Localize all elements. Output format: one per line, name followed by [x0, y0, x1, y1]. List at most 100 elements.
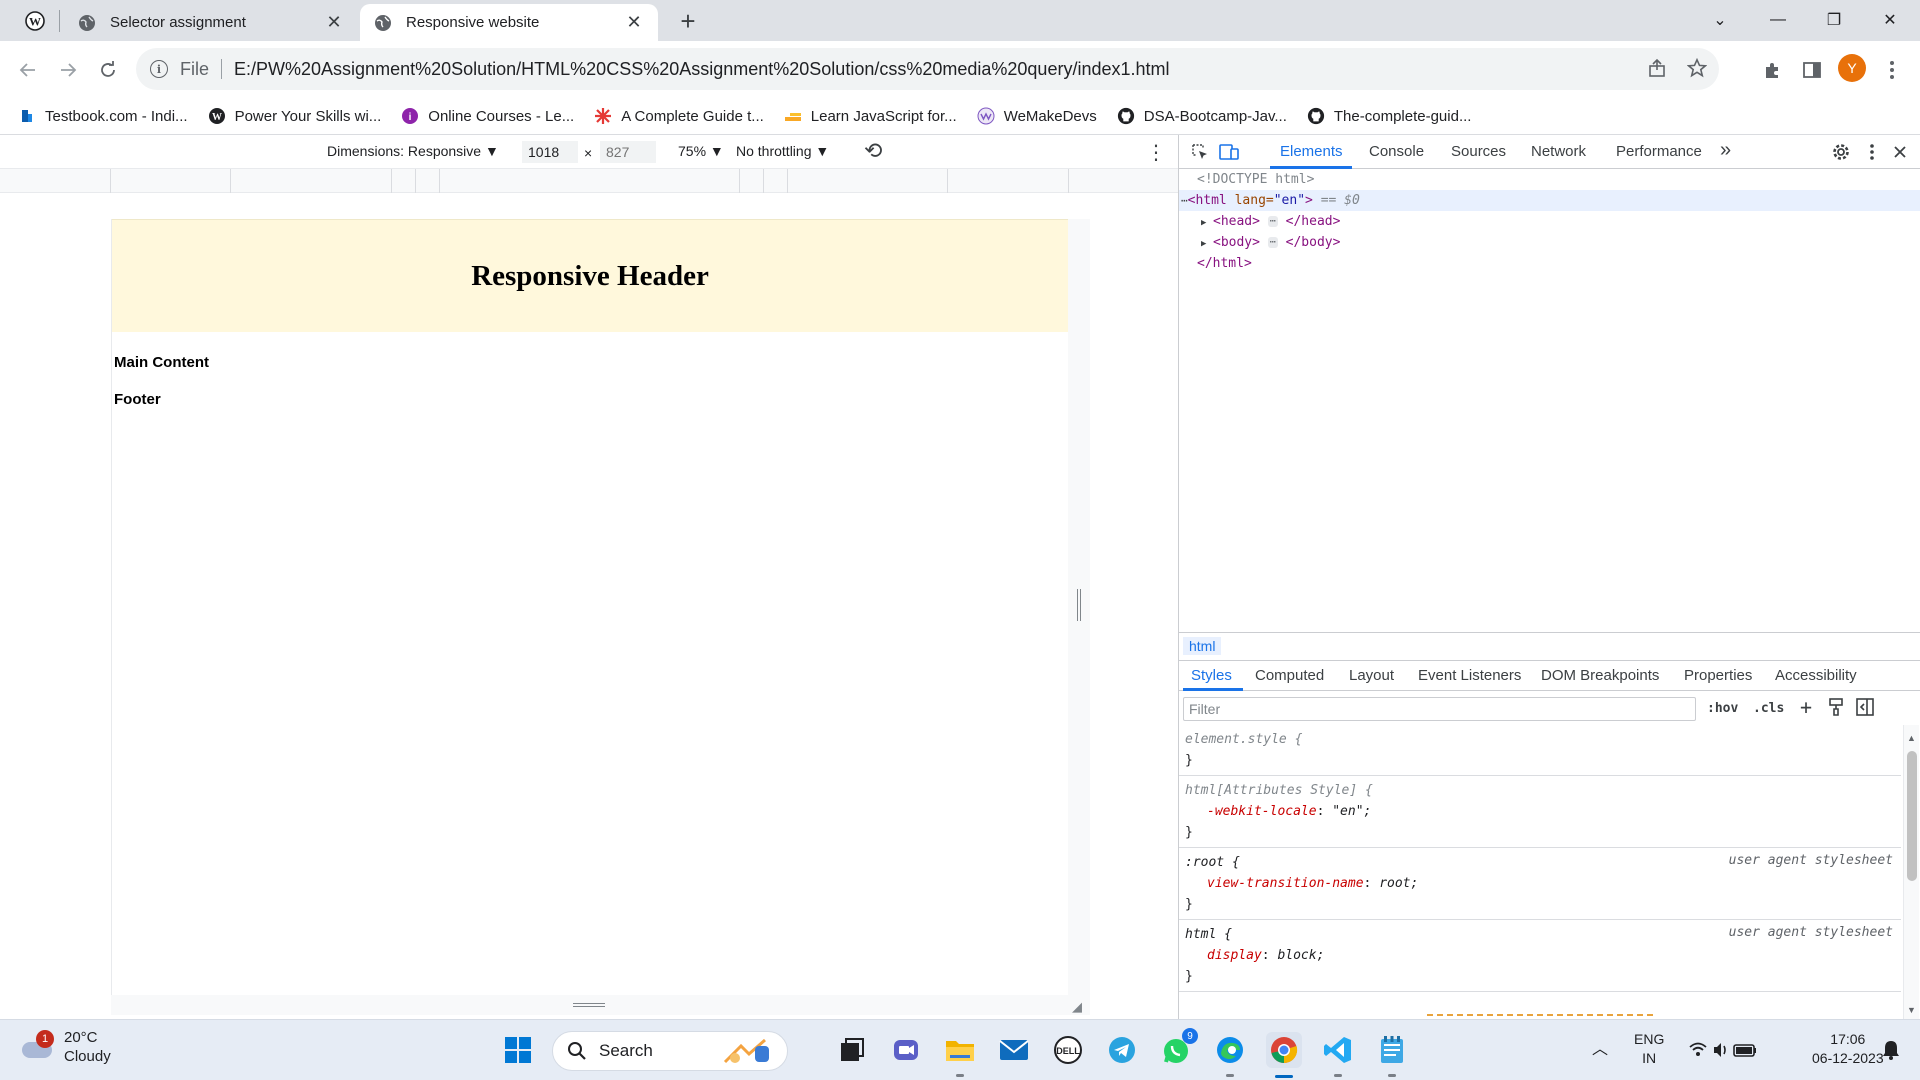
resize-handle-bottom[interactable] [111, 995, 1090, 1015]
tab-responsive-website[interactable]: Responsive website ✕ [360, 4, 658, 41]
new-tab-button[interactable]: + [672, 6, 704, 36]
language-indicator[interactable]: ENG IN [1634, 1030, 1664, 1068]
dimensions-select[interactable]: Dimensions: Responsive ▼ [327, 143, 499, 159]
rule-attributes-style[interactable]: html[Attributes Style] { -webkit-locale:… [1179, 776, 1901, 848]
devtools-close-icon[interactable] [1889, 141, 1911, 163]
dom-html-node[interactable]: ⋯<html lang="en"> == $0 [1179, 190, 1920, 211]
height-input[interactable] [600, 141, 656, 163]
notifications-bell-icon[interactable] [1882, 1040, 1900, 1065]
tray-overflow-chevron-icon[interactable]: ︿ [1592, 1040, 1608, 1059]
rotate-icon[interactable]: ⟲ [864, 138, 882, 164]
hover-state-toggle[interactable]: :hov [1707, 701, 1738, 716]
subtab-layout[interactable]: Layout [1349, 667, 1394, 684]
file-explorer-icon[interactable] [942, 1032, 978, 1068]
bookmark-power-skills[interactable]: W Power Your Skills wi... [208, 107, 381, 125]
tab-search-icon[interactable]: ⌄ [1692, 0, 1748, 40]
restore-button[interactable]: ❐ [1806, 0, 1862, 40]
subtab-properties[interactable]: Properties [1684, 667, 1752, 684]
profile-avatar[interactable]: Y [1838, 54, 1866, 82]
breadcrumb-html[interactable]: html [1183, 637, 1222, 655]
pinned-tab[interactable]: W [12, 6, 58, 36]
minimize-button[interactable]: — [1750, 0, 1806, 40]
device-toggle-icon[interactable] [1218, 141, 1240, 163]
vscode-icon[interactable] [1320, 1032, 1356, 1068]
window-close-button[interactable]: ✕ [1862, 0, 1918, 40]
bookmark-complete-guid[interactable]: The-complete-guid... [1307, 107, 1471, 125]
collapsed-ellipsis[interactable]: ⋯ [1267, 216, 1278, 227]
expand-triangle-icon[interactable]: ▶ [1201, 234, 1213, 255]
scrollbar-thumb[interactable] [1907, 751, 1917, 881]
css-value[interactable]: root; [1379, 876, 1418, 891]
rule-html[interactable]: html { user agent stylesheet display: bl… [1179, 920, 1901, 992]
tab-elements[interactable]: Elements [1280, 143, 1343, 160]
bookmark-online-courses[interactable]: i Online Courses - Le... [401, 107, 574, 125]
bookmark-dsa-bootcamp[interactable]: DSA-Bootcamp-Jav... [1117, 107, 1287, 125]
styles-scrollbar[interactable]: ▲ ▼ [1903, 725, 1919, 1019]
windows-start-icon[interactable] [500, 1032, 536, 1068]
back-button[interactable] [12, 54, 44, 86]
resize-corner-icon[interactable]: ◢ [1072, 999, 1082, 1015]
subtab-dom-breakpoints[interactable]: DOM Breakpoints [1541, 667, 1659, 684]
width-input[interactable] [522, 141, 578, 163]
tab-sources[interactable]: Sources [1451, 143, 1506, 160]
chrome-icon[interactable] [1266, 1032, 1302, 1068]
devtools-menu-icon[interactable] [1861, 141, 1883, 163]
system-tray-group[interactable] [1688, 1040, 1758, 1065]
styles-filter-input[interactable] [1183, 697, 1696, 721]
scroll-up-icon[interactable]: ▲ [1907, 733, 1916, 743]
chrome-menu-button[interactable] [1876, 54, 1908, 86]
dom-doctype[interactable]: <!DOCTYPE html> [1179, 169, 1920, 190]
css-property[interactable]: -webkit-locale [1185, 804, 1317, 819]
rule-root[interactable]: :root { user agent stylesheet view-trans… [1179, 848, 1901, 920]
more-tabs-icon[interactable]: » [1720, 139, 1731, 162]
mail-icon[interactable] [996, 1032, 1032, 1068]
css-value[interactable]: "en"; [1332, 804, 1371, 819]
reload-button[interactable] [92, 54, 124, 86]
weather-widget[interactable]: 1 20°C Cloudy [20, 1028, 111, 1066]
dom-head-node[interactable]: ▶ <head> ⋯ </head> [1179, 211, 1920, 232]
css-property[interactable]: view-transition-name [1185, 876, 1364, 891]
task-view-icon[interactable] [834, 1032, 870, 1068]
tab-selector-assignment[interactable]: Selector assignment ✕ [64, 4, 358, 41]
settings-gear-icon[interactable] [1830, 141, 1852, 163]
clock[interactable]: 17:06 06-12-2023 [1812, 1030, 1884, 1068]
bookmark-wemakedevs[interactable]: WeMakeDevs [977, 107, 1097, 125]
inspect-element-icon[interactable] [1189, 141, 1211, 163]
collapsed-ellipsis[interactable]: ⋯ [1267, 237, 1278, 248]
close-icon[interactable]: ✕ [324, 12, 344, 33]
extensions-button[interactable] [1756, 54, 1788, 86]
subtab-event-listeners[interactable]: Event Listeners [1418, 667, 1521, 684]
expand-triangle-icon[interactable]: ▶ [1201, 213, 1213, 234]
tab-performance[interactable]: Performance [1616, 143, 1702, 160]
url-text[interactable]: E:/PW%20Assignment%20Solution/HTML%20CSS… [234, 59, 1169, 80]
new-rule-plus-icon[interactable]: + [1800, 695, 1812, 719]
resize-handle-right[interactable] [1068, 219, 1090, 995]
close-icon[interactable]: ✕ [624, 12, 644, 33]
tab-console[interactable]: Console [1369, 143, 1424, 160]
class-toggle[interactable]: .cls [1753, 701, 1784, 716]
css-property[interactable]: display [1185, 948, 1262, 963]
edge-icon[interactable] [1212, 1032, 1248, 1068]
side-panel-button[interactable] [1796, 54, 1828, 86]
address-bar[interactable]: i File E:/PW%20Assignment%20Solution/HTM… [136, 48, 1719, 90]
media-query-ruler[interactable] [0, 169, 1178, 193]
dom-html-close[interactable]: </html> [1179, 253, 1920, 274]
zoom-select[interactable]: 75% ▼ [678, 143, 724, 159]
throttling-select[interactable]: No throttling ▼ [736, 143, 829, 159]
telegram-icon[interactable] [1104, 1032, 1140, 1068]
dom-body-node[interactable]: ▶ <body> ⋯ </body> [1179, 232, 1920, 253]
share-icon[interactable] [1647, 58, 1667, 78]
notepad-icon[interactable] [1374, 1032, 1410, 1068]
star-icon[interactable] [1687, 58, 1707, 78]
bookmark-complete-guide[interactable]: A Complete Guide t... [594, 107, 764, 125]
rule-element-style[interactable]: element.style { } [1179, 725, 1901, 776]
subtab-accessibility[interactable]: Accessibility [1775, 667, 1857, 684]
bookmark-learn-javascript[interactable]: Learn JavaScript for... [784, 107, 957, 125]
info-icon[interactable]: i [150, 60, 168, 78]
paint-brush-icon[interactable] [1828, 698, 1844, 720]
device-toolbar-more-icon[interactable]: ⋮ [1146, 140, 1166, 165]
teams-meet-icon[interactable] [888, 1032, 924, 1068]
css-value[interactable]: block; [1277, 948, 1324, 963]
bookmark-testbook[interactable]: Testbook.com - Indi... [18, 107, 188, 125]
dell-icon[interactable]: DELL [1050, 1032, 1086, 1068]
